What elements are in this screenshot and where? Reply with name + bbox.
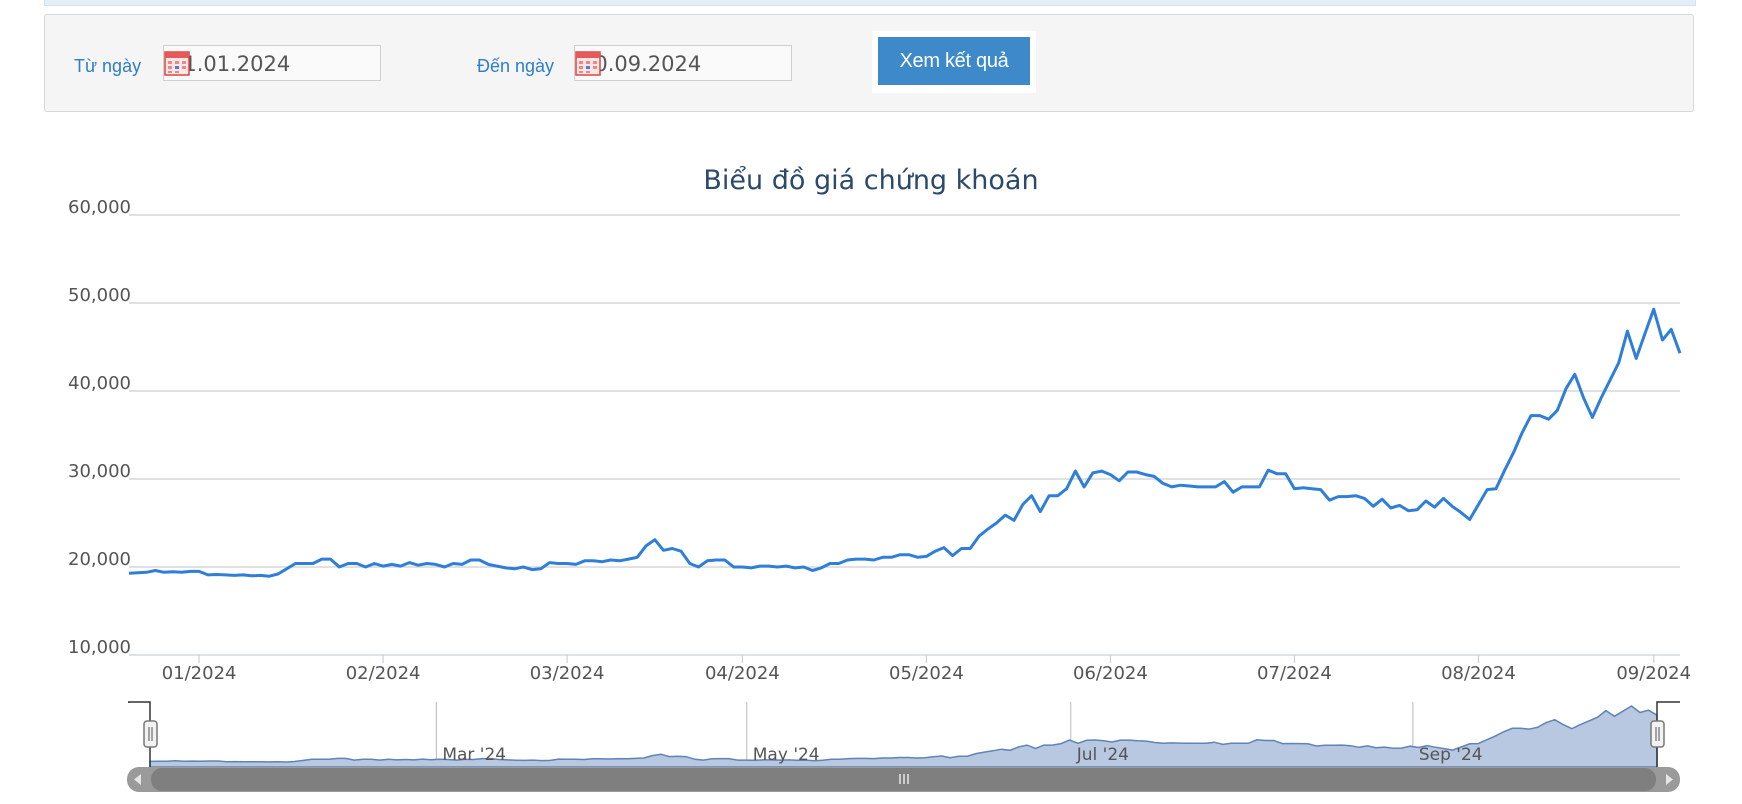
y-tick-label: 20,000: [68, 549, 131, 570]
y-axis: 10,000 20,000 30,000 40,000 50,000 60,000: [68, 197, 131, 658]
navigator-left-handle[interactable]: [143, 720, 158, 748]
chart-title: Biểu đồ giá chứng khoán: [703, 165, 1038, 196]
x-tick-label: 07/2024: [1257, 663, 1332, 684]
grid-lines: [129, 214, 1680, 656]
navigator-scrollbar[interactable]: [127, 767, 1680, 792]
x-tick-label: 03/2024: [530, 663, 605, 684]
y-tick-label: 40,000: [68, 373, 131, 394]
x-tick-label: 02/2024: [346, 663, 421, 684]
series-line: [128, 307, 1682, 578]
x-tick-label: 05/2024: [889, 663, 964, 684]
navigator-label: Mar '24: [442, 745, 506, 765]
navigator-right-handle[interactable]: [1650, 720, 1665, 748]
y-tick-label: 30,000: [68, 461, 131, 482]
x-tick-label: 09/2024: [1616, 663, 1691, 684]
x-axis: 01/2024 02/2024 03/2024 04/2024 05/2024 06/20…: [162, 655, 1691, 684]
y-tick-label: 60,000: [68, 197, 131, 218]
x-tick-label: 01/2024: [162, 663, 237, 684]
navigator-label: May '24: [753, 745, 820, 765]
navigator[interactable]: Mar '24 May '24 Jul '24 Sep '24: [127, 701, 1680, 792]
navigator-label: Jul '24: [1076, 745, 1129, 765]
price-chart: Biểu đồ giá chứng khoán 10,000 20,000 30,0…: [68, 165, 1691, 792]
y-tick-label: 10,000: [68, 637, 131, 658]
x-tick-label: 08/2024: [1441, 663, 1516, 684]
x-tick-label: 04/2024: [705, 663, 780, 684]
navigator-label: Sep '24: [1419, 745, 1483, 765]
x-tick-label: 06/2024: [1073, 663, 1148, 684]
y-tick-label: 50,000: [68, 285, 131, 306]
